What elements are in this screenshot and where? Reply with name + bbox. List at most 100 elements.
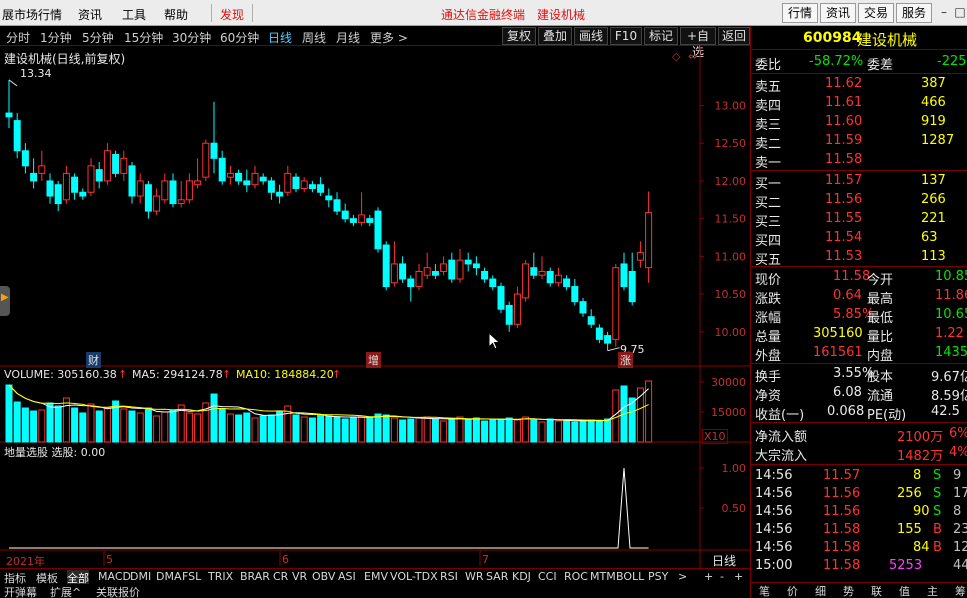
tab-rsi[interactable]: RSI: [440, 570, 458, 583]
news-button[interactable]: 资讯: [820, 3, 856, 23]
tab-scroll-right[interactable]: >: [678, 570, 687, 583]
period-15min[interactable]: 15分钟: [124, 29, 163, 46]
danmaku-button[interactable]: 开弹幕: [4, 584, 37, 598]
service-button[interactable]: 服务: [896, 3, 932, 23]
quote-footer-tab[interactable]: 势: [843, 583, 854, 598]
period-intraday[interactable]: 分时: [6, 29, 30, 46]
menu-market[interactable]: 展市场行情: [2, 6, 62, 23]
menu-discover[interactable]: 发现: [220, 6, 244, 23]
money-flow-row[interactable]: 净流入额 2100万 6%: [751, 425, 967, 445]
period-60min[interactable]: 60分钟: [220, 29, 259, 46]
kline-chart[interactable]: 13.00 12.50 12.00 11.50 11.00 10.50 10.00 30000…: [0, 46, 750, 568]
stat-row[interactable]: 总量 305160 量比 1.22: [751, 325, 967, 345]
draw-button[interactable]: 画线: [574, 27, 608, 45]
quote-footer-tab[interactable]: 笔: [759, 583, 770, 598]
buy-level-row[interactable]: 买四 11.54 63: [751, 229, 967, 249]
period-daily[interactable]: 日线: [268, 29, 292, 46]
tab-cr[interactable]: CR: [273, 570, 288, 583]
event-finance-icon[interactable]: 财: [86, 352, 101, 368]
stat-row[interactable]: 现价 11.58今开 10.85: [751, 268, 967, 288]
stat-row[interactable]: 涨幅5.85%最低10.65: [751, 306, 967, 326]
expand-icon[interactable]: ▶: [1, 292, 9, 303]
period-monthly[interactable]: 月线: [336, 29, 360, 46]
maximize-icon[interactable]: □: [951, 4, 967, 22]
tab-dma[interactable]: DMA: [156, 570, 182, 583]
mark-button[interactable]: 标记: [644, 27, 678, 45]
menu-help[interactable]: 帮助: [164, 6, 188, 23]
tab-boll[interactable]: BOLL: [616, 570, 644, 583]
menu-tools[interactable]: 工具: [122, 6, 146, 23]
stat-row[interactable]: 涨跌 0.64 最高 11.86: [751, 287, 967, 307]
quote-footer-tab[interactable]: 价: [787, 583, 798, 598]
period-30min[interactable]: 30分钟: [172, 29, 211, 46]
quote-button[interactable]: 行情: [782, 3, 818, 23]
quote-footer-tab[interactable]: 值: [899, 583, 910, 598]
tab-macd[interactable]: MACD: [98, 570, 131, 583]
buy-level-price: 11.54: [825, 230, 863, 245]
tick-row[interactable]: 14:56 11.58 84B 12: [751, 539, 967, 558]
period-weekly[interactable]: 周线: [302, 29, 326, 46]
related-quote-button[interactable]: 关联报价: [96, 584, 140, 598]
tab-emv[interactable]: EMV: [364, 570, 388, 583]
tab-kdj[interactable]: KDJ: [512, 570, 531, 583]
quote-footer-tab[interactable]: 联: [871, 583, 882, 598]
tab-sar[interactable]: SAR: [486, 570, 508, 583]
tab-asi[interactable]: ASI: [338, 570, 356, 583]
tab-roc[interactable]: ROC: [564, 570, 588, 583]
tab-zoom-out[interactable]: -: [720, 570, 724, 583]
quote-footer-tab[interactable]: 筹: [955, 583, 966, 598]
event-limit-icon[interactable]: 涨: [618, 352, 633, 368]
back-button[interactable]: 返回: [718, 27, 750, 45]
expand-button[interactable]: 扩展^: [50, 584, 81, 598]
period-more[interactable]: 更多 >: [370, 29, 408, 46]
diamond-icon[interactable]: ◇: [672, 50, 680, 63]
trade-button[interactable]: 交易: [858, 3, 894, 23]
buy-level-row[interactable]: 买三 11.55 221: [751, 210, 967, 230]
sell-level-row[interactable]: 卖二 11.59 1287: [751, 132, 967, 152]
f10-button[interactable]: F10: [610, 27, 642, 45]
buy-level-row[interactable]: 买一 11.57 137: [751, 172, 967, 192]
tick-row[interactable]: 14:56 11.56 256 S 17: [751, 485, 967, 504]
sell-level-row[interactable]: 卖一 11.58: [751, 151, 967, 171]
tick-row[interactable]: 14:56 11.58 155 B 23: [751, 521, 967, 540]
stat-value: 11.58: [833, 269, 871, 284]
period-1min[interactable]: 1分钟: [40, 29, 72, 46]
tab-dmi[interactable]: DMI: [130, 570, 151, 583]
tab-psy[interactable]: PSY: [648, 570, 668, 583]
weicha-label: 委差: [867, 58, 894, 73]
money-flow-row[interactable]: 大宗流入 1482万 4%: [751, 444, 967, 464]
sell-level-row[interactable]: 卖四 11.61 466: [751, 94, 967, 114]
sell-level-row[interactable]: 卖三 11.60 919: [751, 113, 967, 133]
tab-cci[interactable]: CCI: [538, 570, 557, 583]
quote-footer-tab[interactable]: 细: [815, 583, 826, 598]
overlay-button[interactable]: 叠加: [538, 27, 572, 45]
collapse-icon[interactable]: ⇔: [688, 50, 697, 63]
tab-trix[interactable]: TRIX: [208, 570, 233, 583]
adjust-button[interactable]: 复权: [502, 27, 536, 45]
tick-row[interactable]: 15:00 11.58 5253 44: [751, 557, 967, 576]
tab-wr[interactable]: WR: [465, 570, 484, 583]
finance-row[interactable]: 换手3.55%股本9.67亿: [751, 365, 967, 385]
menu-news[interactable]: 资讯: [78, 6, 102, 23]
buy-level-row[interactable]: 买五 11.53 113: [751, 248, 967, 268]
event-increase-icon[interactable]: 增: [366, 352, 381, 368]
finance-row[interactable]: 收益(一) 0.068 PE(动) 42.5: [751, 403, 967, 423]
tab-obv[interactable]: OBV: [312, 570, 335, 583]
tab-vr[interactable]: VR: [292, 570, 307, 583]
tick-row[interactable]: 14:56 11.57 8 S 9: [751, 467, 967, 486]
stat-row[interactable]: 外盘 161561 内盘 143599: [751, 344, 967, 364]
tab-brar[interactable]: BRAR: [240, 570, 270, 583]
tab-zoom-in[interactable]: +: [704, 570, 713, 583]
chart-area[interactable]: 13.00 12.50 12.00 11.50 11.00 10.50 10.00 30000…: [0, 46, 750, 568]
tab-mtm[interactable]: MTM: [590, 570, 616, 583]
tab-add[interactable]: +: [734, 570, 743, 583]
tab-fsl[interactable]: FSL: [182, 570, 201, 583]
sell-level-row[interactable]: 卖五 11.62 387: [751, 75, 967, 95]
quote-footer-tab[interactable]: 主: [927, 583, 938, 598]
tab-vol-tdx[interactable]: VOL-TDX: [390, 570, 438, 583]
finance-row[interactable]: 净资 6.08 流通 8.59亿: [751, 384, 967, 404]
buy-level-row[interactable]: 买二 11.56 266: [751, 191, 967, 211]
period-5min[interactable]: 5分钟: [82, 29, 114, 46]
tick-row[interactable]: 14:56 11.56 90 S 8: [751, 503, 967, 522]
add-watchlist-button[interactable]: +自选: [680, 27, 716, 59]
